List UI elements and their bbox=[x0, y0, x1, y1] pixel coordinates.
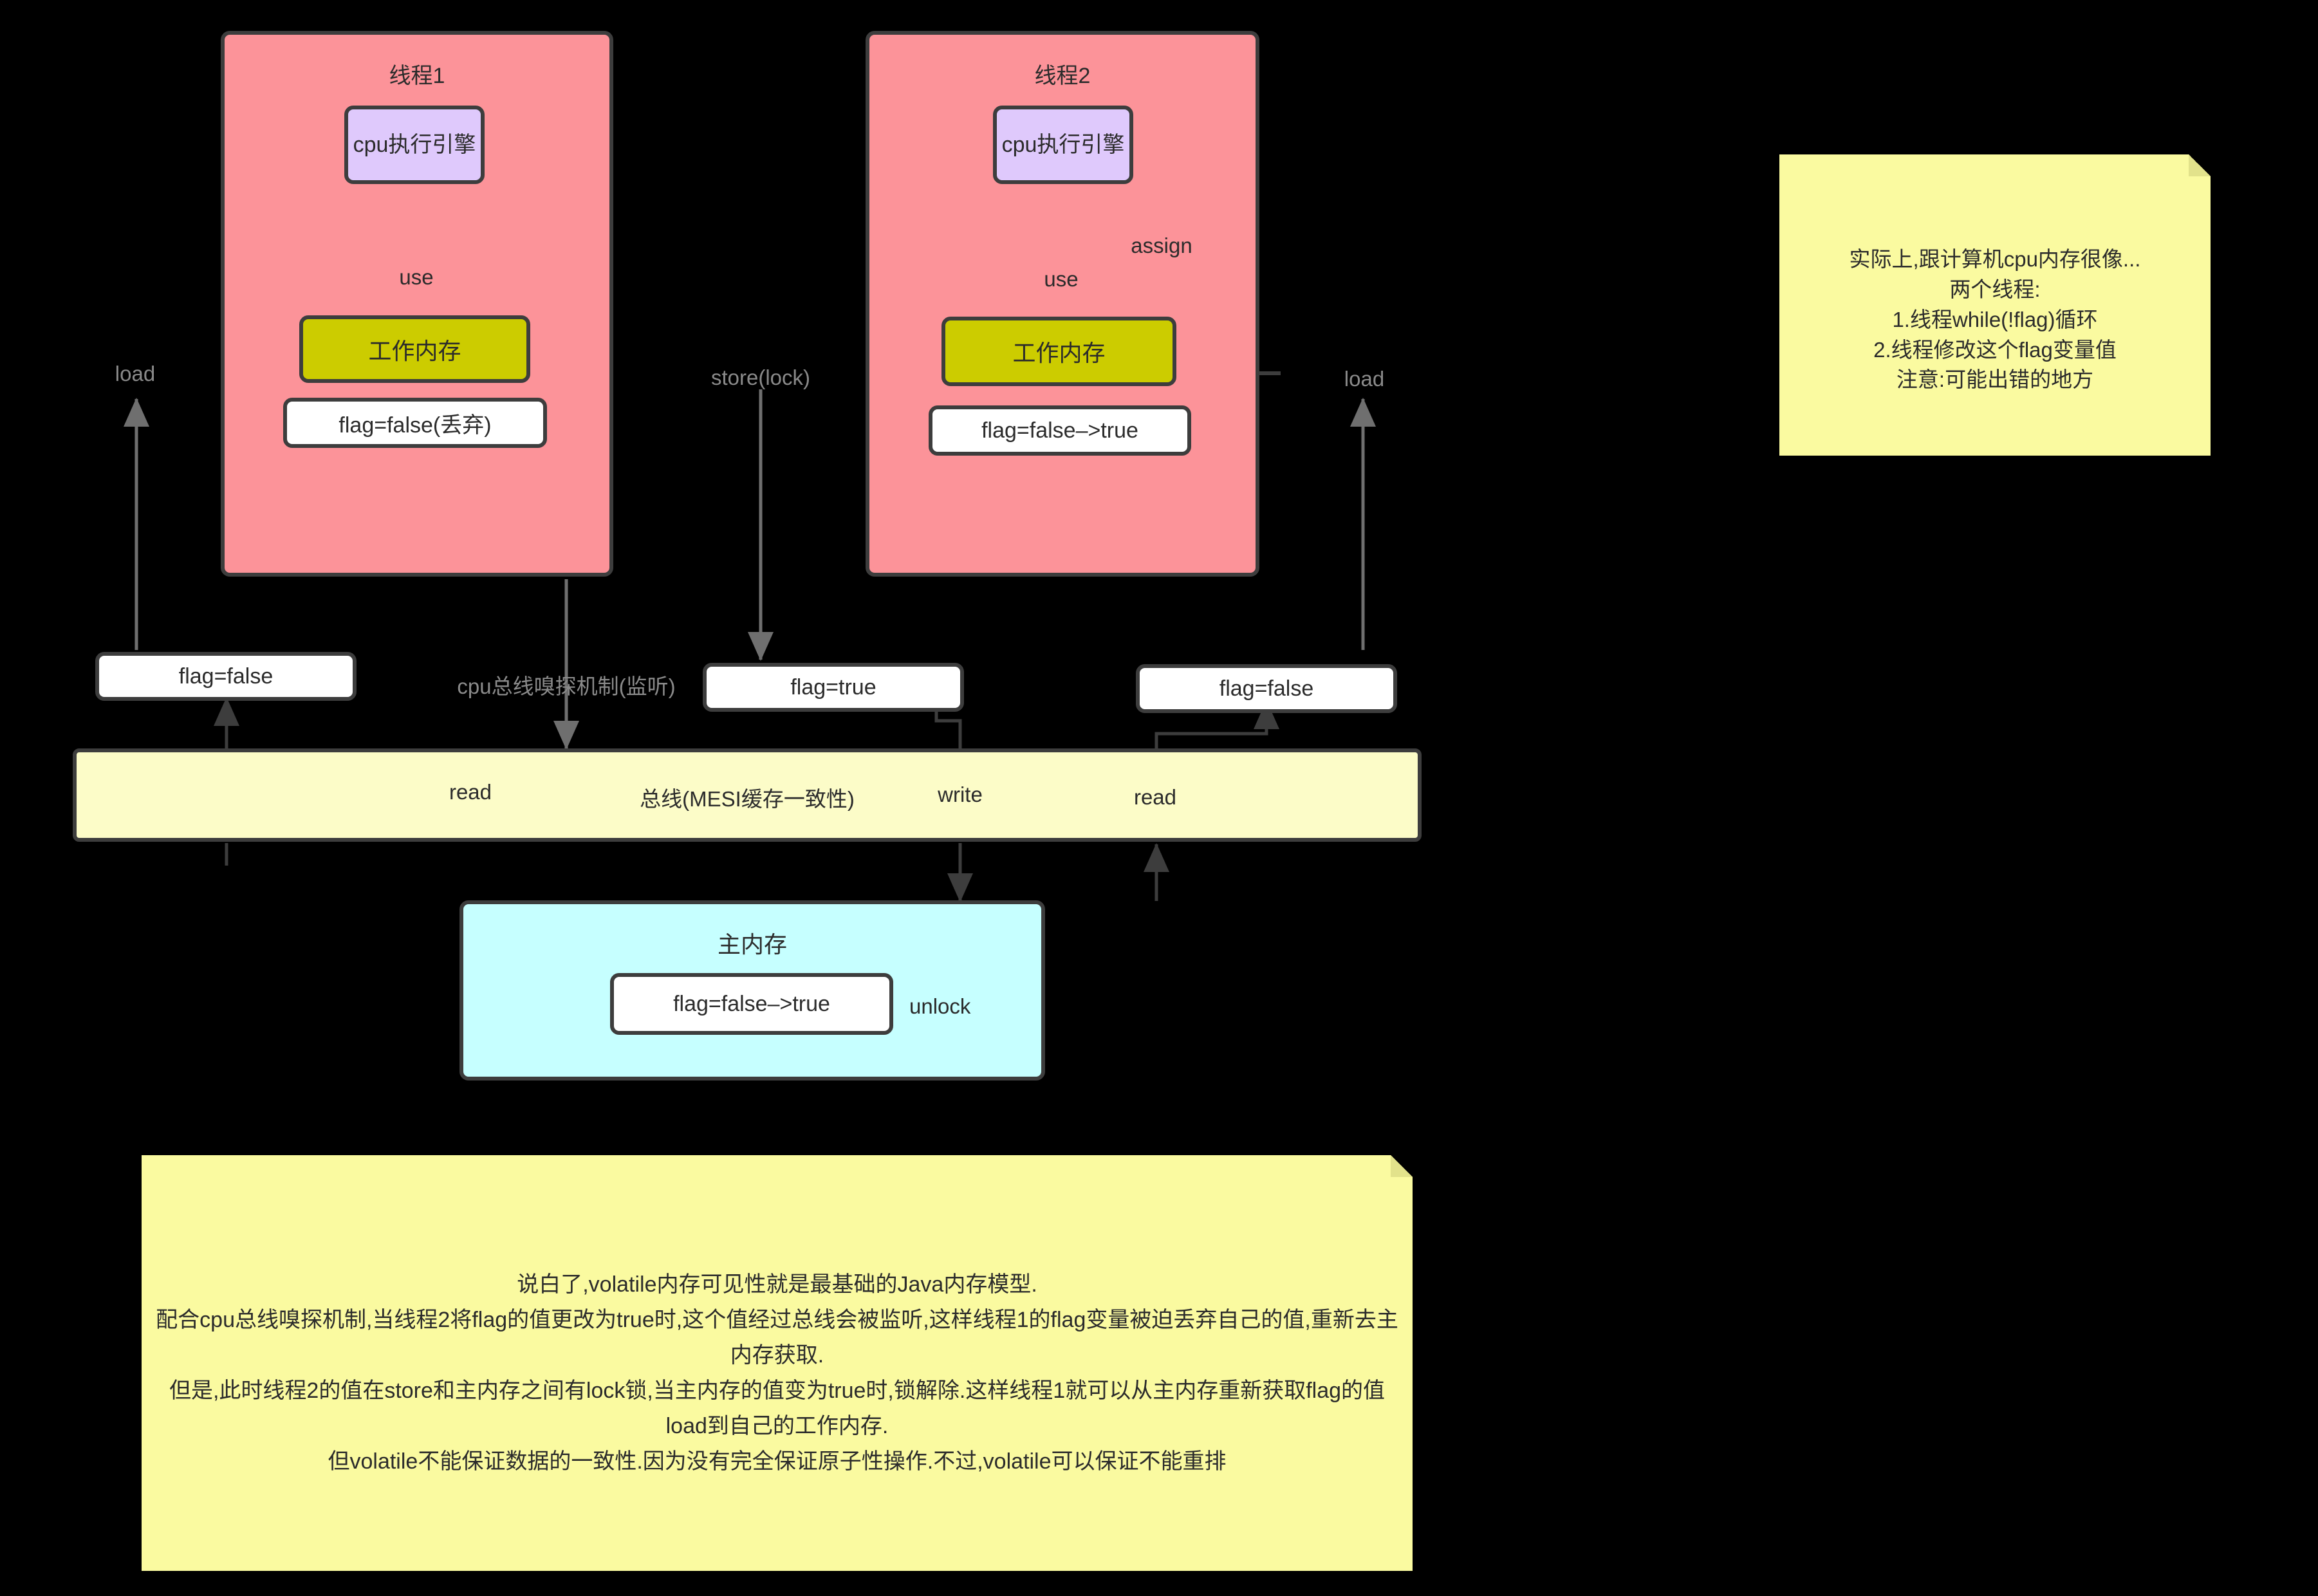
bus-read-right-label: read bbox=[1133, 785, 1177, 809]
thread2-title: 线程2 bbox=[1034, 64, 1091, 88]
unlock-label: unlock bbox=[909, 994, 971, 1018]
note-fold-corner-icon bbox=[2189, 154, 2211, 176]
thread1-cpu-label: cpu执行引擎 bbox=[353, 132, 476, 157]
load-left-label: load bbox=[115, 362, 156, 385]
note-bottom-text: 说白了,volatile内存可见性就是最基础的Java内存模型. 配合cpu总线… bbox=[156, 1272, 1398, 1474]
diagram-canvas: 线程1 cpu执行引擎 use 工作内存 flag=false(丢弃) 线程2 … bbox=[0, 0, 2318, 1596]
bus-write-label: write bbox=[938, 783, 983, 806]
thread2-cpu-engine: cpu执行引擎 bbox=[993, 106, 1133, 184]
thread2-working-memory: 工作内存 bbox=[941, 317, 1176, 386]
thread1-cache-value: flag=false(丢弃) bbox=[283, 398, 547, 448]
thread1-working-memory-label: 工作内存 bbox=[368, 337, 461, 364]
note-top-right: 实际上,跟计算机cpu内存很像... 两个线程: 1.线程while(!flag… bbox=[1779, 154, 2211, 456]
note-bottom: 说白了,volatile内存可见性就是最基础的Java内存模型. 配合cpu总线… bbox=[142, 1155, 1413, 1571]
thread1-cache-value-label: flag=false(丢弃) bbox=[338, 413, 492, 438]
cache-value-left-label: flag=false bbox=[178, 663, 274, 689]
thread1-cpu-engine: cpu执行引擎 bbox=[344, 106, 485, 184]
store-lock-label: store(lock) bbox=[710, 366, 811, 389]
thread2-assign-label: assign bbox=[1131, 234, 1192, 257]
cache-value-right: flag=false bbox=[1136, 664, 1397, 713]
cache-value-right-label: flag=false bbox=[1219, 676, 1314, 701]
note-bottom-fold-corner-icon bbox=[1391, 1155, 1413, 1177]
cache-value-middle-label: flag=true bbox=[790, 674, 876, 700]
bus-read-left-label: read bbox=[449, 780, 492, 804]
cache-value-left: flag=false bbox=[95, 652, 357, 701]
thread2-working-memory-label: 工作内存 bbox=[1012, 340, 1106, 366]
thread2-use-label: use bbox=[1044, 267, 1079, 291]
main-memory-value-label: flag=false–>true bbox=[673, 991, 830, 1016]
load-right-label: load bbox=[1344, 367, 1385, 391]
thread2-cache-value-label: flag=false–>true bbox=[981, 418, 1138, 443]
thread2-cache-value: flag=false–>true bbox=[929, 405, 1191, 456]
main-memory-value: flag=false–>true bbox=[610, 973, 893, 1035]
thread1-title: 线程1 bbox=[389, 64, 445, 88]
thread2-cpu-label: cpu执行引擎 bbox=[1001, 132, 1125, 157]
thread1-working-memory: 工作内存 bbox=[299, 315, 530, 383]
thread1-use-label: use bbox=[399, 265, 434, 289]
cache-value-middle: flag=true bbox=[703, 663, 964, 712]
main-memory-title: 主内存 bbox=[717, 931, 787, 958]
snoop-label: cpu总线嗅探机制(监听) bbox=[457, 674, 676, 698]
bus-label: 总线(MESI缓存一致性) bbox=[640, 787, 855, 811]
note-top-right-text: 实际上,跟计算机cpu内存很像... 两个线程: 1.线程while(!flag… bbox=[1849, 247, 2141, 392]
